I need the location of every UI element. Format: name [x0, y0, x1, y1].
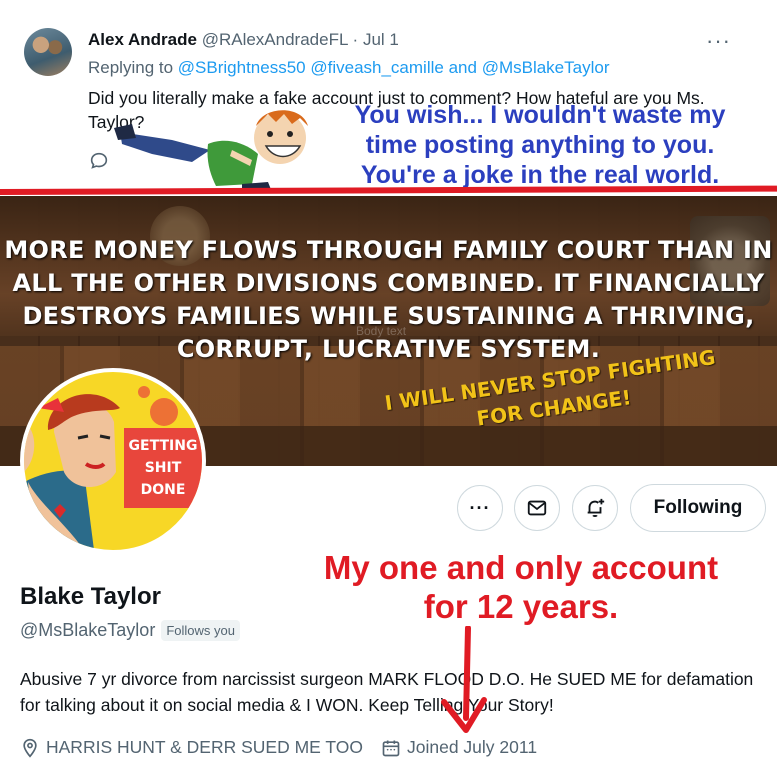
profile-location: HARRIS HUNT & DERR SUED ME TOO — [46, 737, 363, 757]
profile-joined-date: Joined July 2011 — [407, 737, 538, 757]
avatar-badge-text: DONE — [141, 482, 186, 498]
red-arrow-icon — [441, 626, 487, 733]
replying-prefix: Replying to — [88, 58, 174, 77]
tweet-date[interactable]: Jul 1 — [363, 30, 399, 49]
profile-display-name: Blake Taylor — [20, 583, 161, 610]
tweet-more-icon[interactable]: ··· — [706, 28, 731, 54]
profile-avatar[interactable]: GETTING SHIT DONE — [20, 368, 206, 554]
avatar-badge-text: GETTING — [129, 438, 198, 454]
reply-icon[interactable] — [88, 150, 110, 172]
location-icon — [23, 738, 37, 758]
banner-headline: MORE MONEY FLOWS THROUGH FAMILY COURT TH… — [4, 236, 773, 363]
annotation-reply-text: You wish... I wouldn't waste my time pos… — [330, 100, 750, 190]
follows-you-badge: Follows you — [161, 620, 240, 641]
tweet-author-handle[interactable]: @RAlexAndradeFL — [202, 30, 348, 49]
profile-handle: @MsBlakeTaylor — [20, 620, 156, 640]
notifications-button[interactable] — [572, 485, 618, 531]
calendar-icon — [382, 740, 400, 756]
annotation-line: My one and only account — [323, 549, 719, 586]
replying-to: Replying to @SBrightness50 @fiveash_cami… — [88, 58, 609, 78]
tweet-header: Alex Andrade @RAlexAndradeFL · Jul 1 — [88, 30, 399, 50]
mention-link[interactable]: @SBrightness50 — [178, 58, 306, 77]
avatar-illustration: GETTING SHIT DONE — [24, 372, 202, 550]
tweet-author-name[interactable]: Alex Andrade — [88, 30, 197, 49]
mail-icon — [527, 500, 547, 516]
mention-link[interactable]: @MsBlakeTaylor — [482, 58, 610, 77]
tweet-author-avatar[interactable] — [24, 28, 72, 76]
notify-bell-icon — [587, 498, 605, 517]
tweet-separator: · — [352, 30, 359, 49]
following-button[interactable]: Following — [630, 484, 766, 532]
mention-link[interactable]: @fiveash_camille — [310, 58, 443, 77]
message-button[interactable] — [514, 485, 560, 531]
more-icon: ··· — [469, 497, 491, 518]
more-options-button[interactable]: ··· — [457, 485, 503, 531]
profile-handle-row: @MsBlakeTaylor Follows you — [20, 620, 240, 641]
profile-bio: Abusive 7 yr divorce from narcissist sur… — [20, 669, 754, 715]
cartoon-character-illustration — [114, 110, 308, 192]
profile-meta: HARRIS HUNT & DERR SUED ME TOO Joined Ju… — [20, 737, 537, 758]
banner-faint-text: Body text — [356, 324, 407, 338]
annotation-line: time posting anything to you. — [365, 131, 715, 159]
annotation-line: for 12 years. — [423, 588, 619, 625]
annotation-line: You wish... I wouldn't waste my — [354, 101, 726, 129]
avatar-badge-text: SHIT — [145, 460, 182, 476]
mention-and: and — [448, 58, 477, 77]
annotation-account-age: My one and only account for 12 years. — [290, 548, 752, 626]
